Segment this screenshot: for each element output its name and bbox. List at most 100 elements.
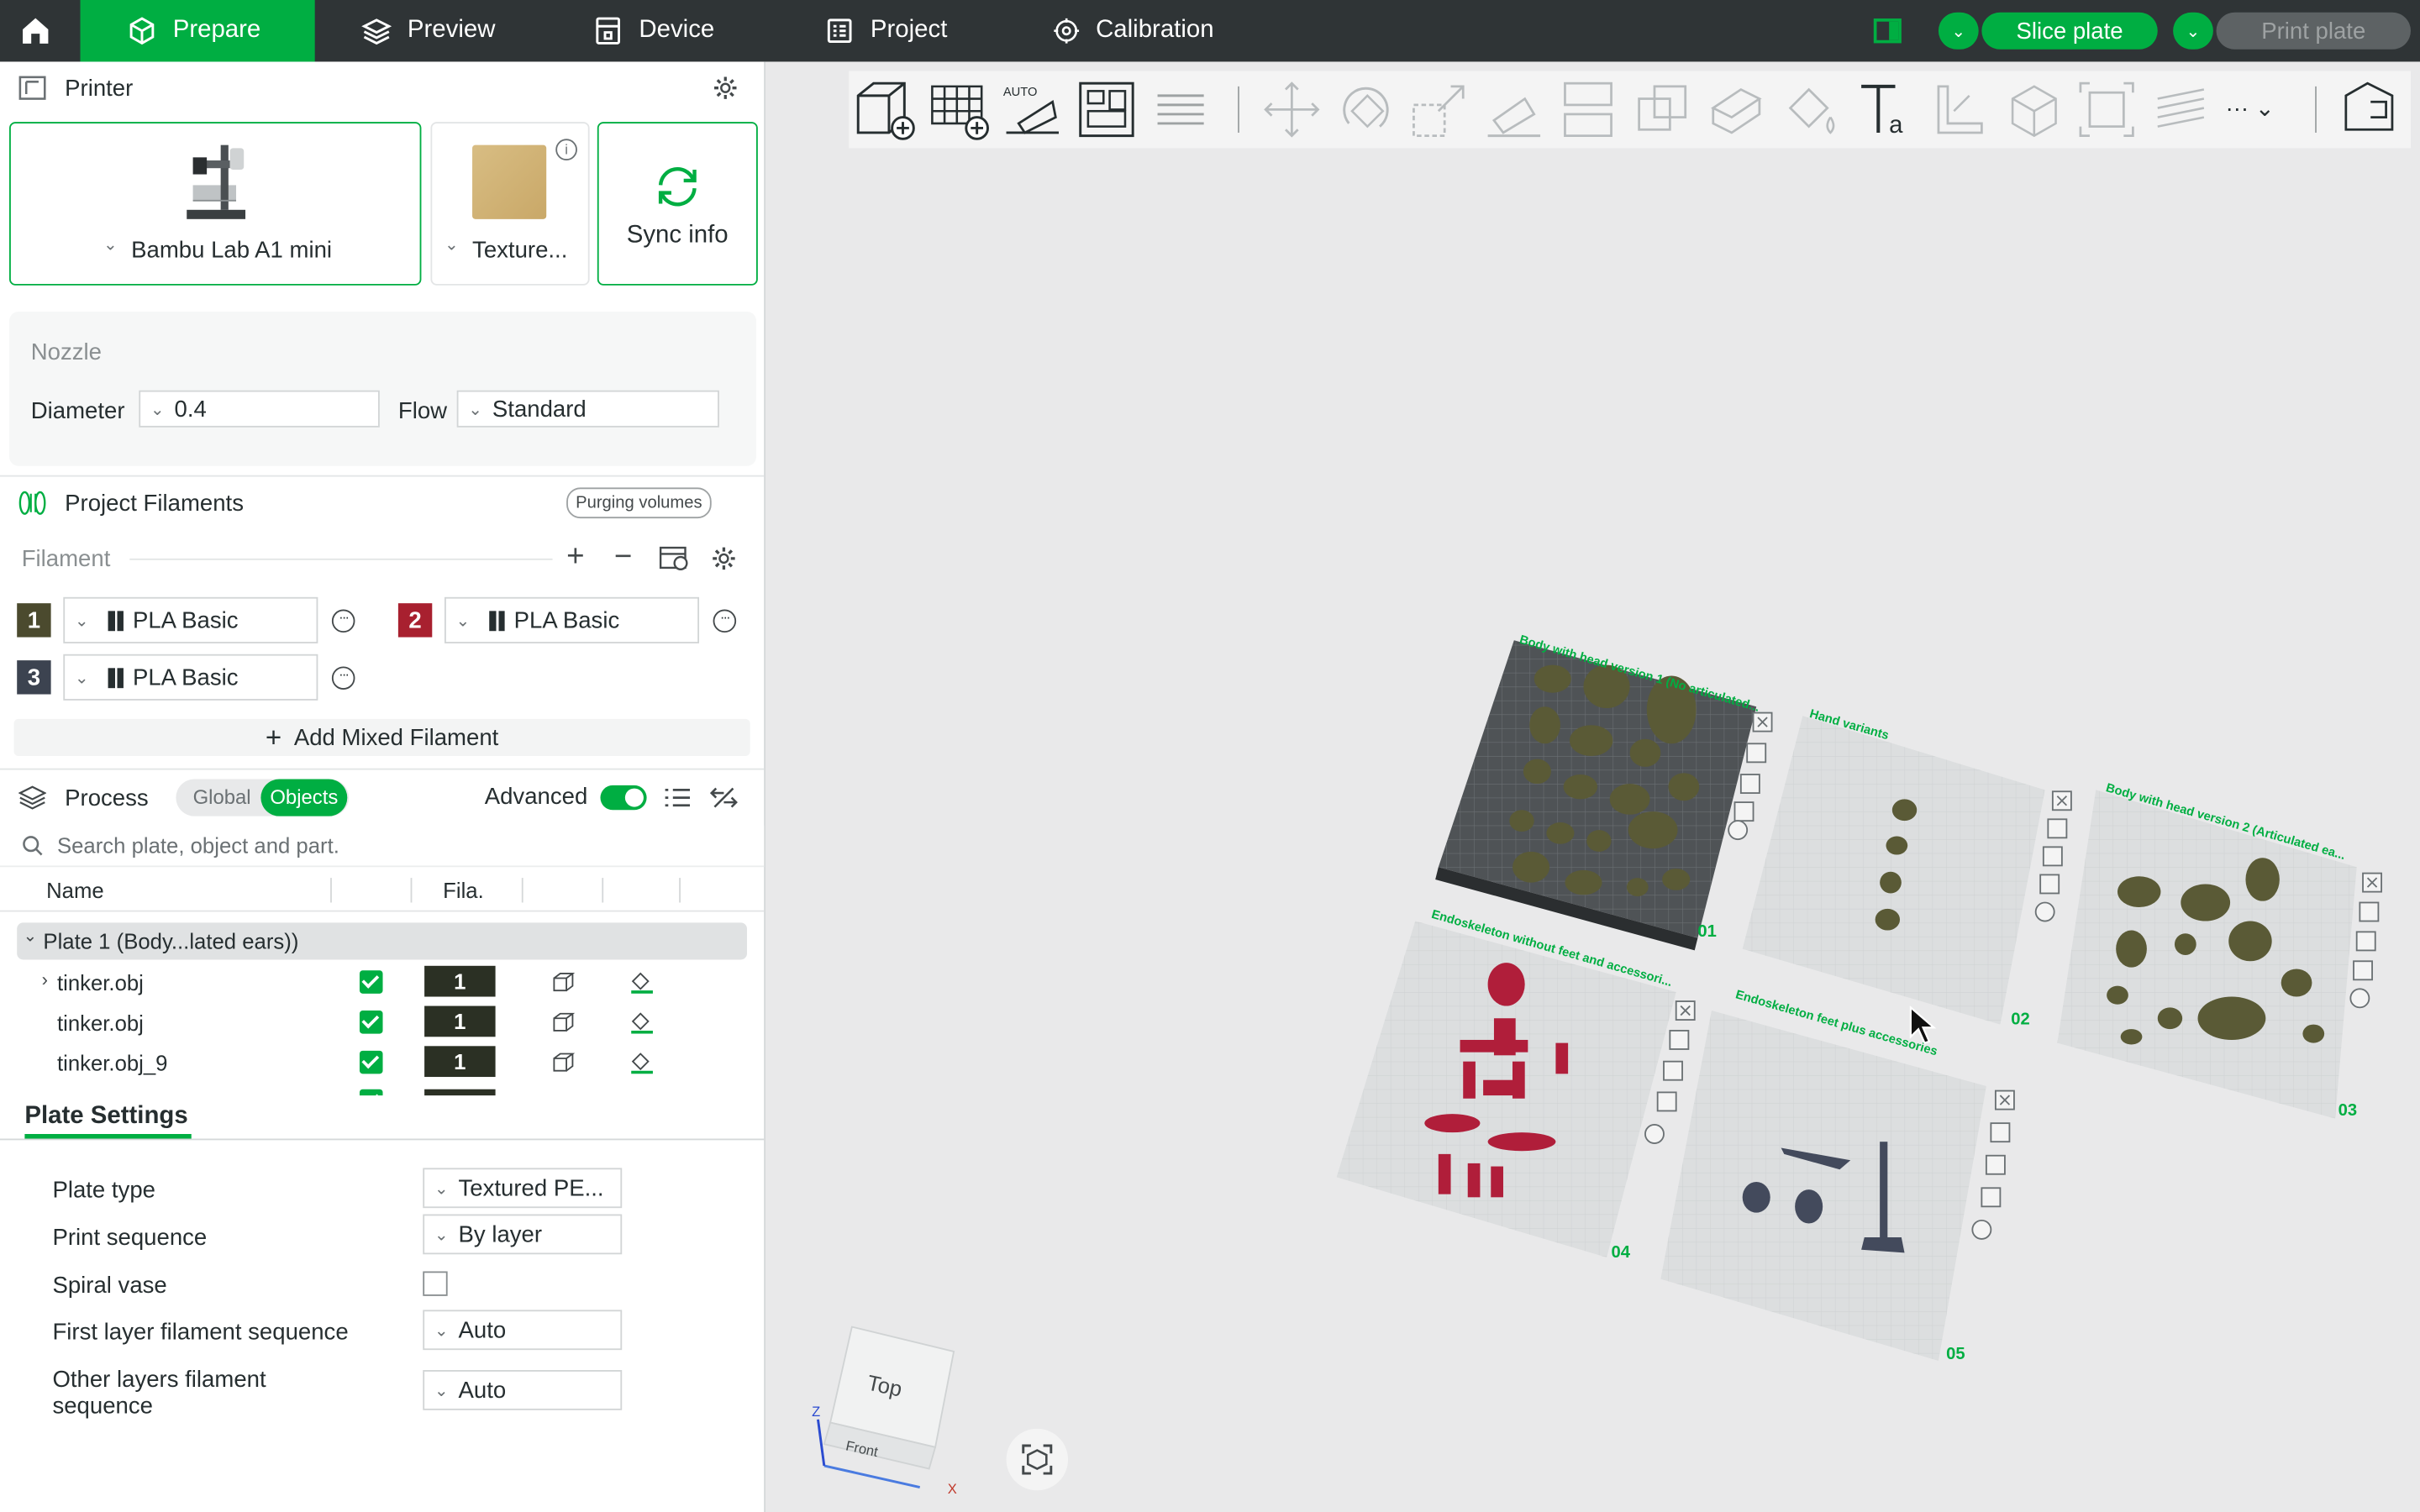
device-icon [596,17,620,45]
sync-info-button[interactable]: Sync info [597,122,758,286]
object-name: tinker.obj [56,1011,144,1036]
tab-label: Preview [407,17,496,44]
diameter-select[interactable]: ⌄ 0.4 [139,390,380,428]
remove-icon[interactable]: − [614,542,632,573]
tab-project[interactable]: Project [778,0,1007,61]
object-visible-checkbox[interactable] [359,1011,383,1034]
object-settings-cube-icon[interactable] [551,1012,576,1034]
chevron-down-icon: ⌄ [74,669,89,688]
plate-02[interactable] [1742,716,2045,1025]
object-visible-checkbox[interactable] [359,970,383,994]
object-row[interactable]: tinker.obj_9 1 [0,1043,764,1084]
compare-settings-icon[interactable] [709,785,738,810]
reset-view-button[interactable] [1006,1428,1069,1491]
info-icon[interactable]: i [555,139,577,161]
global-objects-toggle[interactable]: Global Objects [176,779,350,816]
plate-02-controls[interactable] [2034,790,2072,922]
plate-type-value: Textured PE... [458,1174,604,1201]
search-box[interactable]: Search plate, object and part. [0,825,765,868]
slice-dropdown-button[interactable]: ⌄ [1938,12,1979,50]
filament-sync-icon[interactable] [659,544,690,572]
object-visible-checkbox[interactable] [359,1050,383,1074]
plates-scene [1336,640,2382,1361]
printer-select-card[interactable]: ⌄ Bambu Lab A1 mini [9,122,422,286]
section-divider [0,768,765,770]
other-layers-sequence-select[interactable]: ⌄ Auto [423,1370,623,1410]
print-plate-button[interactable]: Print plate [2216,12,2411,50]
tab-device[interactable]: Device [546,0,778,61]
flow-select[interactable]: ⌄ Standard [456,390,719,428]
paint-icon[interactable] [629,1053,656,1074]
plate-03-number: 03 [2338,1101,2358,1121]
bambu-logo-icon [108,610,124,631]
paint-icon[interactable] [629,972,656,994]
more-options-icon[interactable]: ··· [331,609,355,633]
plate-row-label: Plate 1 (Body...lated ears)) [43,928,299,954]
object-settings-cube-icon[interactable] [551,972,576,994]
add-mixed-filament-button[interactable]: + Add Mixed Filament [13,718,750,756]
object-filament-badge[interactable]: 1 [424,1046,496,1078]
tab-preview[interactable]: Preview [315,0,547,61]
spiral-vase-checkbox[interactable] [423,1271,448,1296]
view-cube-graphic [817,1326,955,1489]
more-options-icon[interactable]: ··· [331,666,355,690]
chevron-down-icon: ⌄ [455,612,471,631]
first-layer-sequence-select[interactable]: ⌄ Auto [423,1310,623,1351]
plate-02-number: 02 [2011,1011,2030,1030]
chevron-down-icon: ⌄ [444,236,459,255]
purging-volumes-button[interactable]: Purging volumes [566,487,712,519]
filament-label: Filament [21,546,111,573]
flow-label: Flow [397,397,448,425]
print-sequence-label: Print sequence [52,1225,208,1252]
panel-toggle-icon[interactable] [1873,18,1902,44]
object-filament-badge[interactable]: 1 [424,965,496,997]
section-divider [0,475,765,477]
home-button[interactable] [0,0,71,61]
plate-settings-tab[interactable]: Plate Settings [24,1103,187,1131]
tab-prepare[interactable]: Prepare [80,0,315,62]
plate-03-controls[interactable] [2349,872,2382,1009]
plate-tree-row[interactable]: ⌄ Plate 1 (Body...lated ears)) [17,922,747,960]
filament-3-select[interactable]: ⌄ PLA Basic [63,654,318,701]
advanced-switch[interactable] [600,785,647,811]
object-row[interactable]: › tinker.obj 1 [0,963,764,1003]
global-option[interactable]: Global [193,785,251,809]
print-dropdown-button[interactable]: ⌄ [2173,12,2213,50]
object-row[interactable]: tinker.obj 1 [0,1003,764,1043]
tab-label: Project [870,17,948,44]
chevron-down-icon: ⌄ [434,1179,449,1199]
chevron-down-icon: ⌄ [23,927,38,946]
filament-2-select[interactable]: ⌄ PLA Basic [444,596,700,643]
object-name: tinker.obj_9 [56,1050,168,1076]
chevron-down-icon: ⌄ [1951,22,1966,41]
printer-name: Bambu Lab A1 mini [131,237,333,265]
filament-name: PLA Basic [513,606,620,633]
paint-icon[interactable] [629,1012,656,1034]
mouse-cursor-icon [1909,1005,1937,1044]
tab-label: Device [639,17,715,44]
plate-05-number: 05 [1946,1345,1965,1364]
print-sequence-select[interactable]: ⌄ By layer [423,1214,623,1255]
plate-05[interactable] [1660,1011,1986,1361]
nozzle-panel [9,312,757,466]
tab-calibration[interactable]: Calibration [1007,0,1269,61]
search-icon [23,836,43,856]
filament-gear-icon[interactable] [710,544,738,572]
slice-plate-button[interactable]: Slice plate [1981,12,2158,50]
diameter-label: Diameter [30,397,125,425]
list-view-icon[interactable] [664,785,692,810]
object-settings-cube-icon[interactable] [551,1053,576,1074]
view-cube[interactable]: Top Front Z X [812,1320,966,1497]
object-filament-badge[interactable]: 1 [424,1005,496,1037]
plate-type-card[interactable]: i ⌄ Texture... [430,122,590,286]
chevron-down-icon: ⌄ [150,400,165,419]
more-options-icon[interactable]: ··· [713,609,737,633]
3d-viewport[interactable]: AUTO a ··· ⌄ Body with head version 1 (N… [765,61,2420,1512]
filament-name: PLA Basic [132,664,239,690]
objects-option[interactable]: Objects [260,779,348,816]
filament-1-select[interactable]: ⌄ PLA Basic [63,596,318,643]
gear-icon[interactable] [712,74,739,102]
plate-type-select[interactable]: ⌄ Textured PE... [423,1168,623,1209]
add-icon[interactable]: + [566,542,584,573]
home-icon [23,18,49,44]
